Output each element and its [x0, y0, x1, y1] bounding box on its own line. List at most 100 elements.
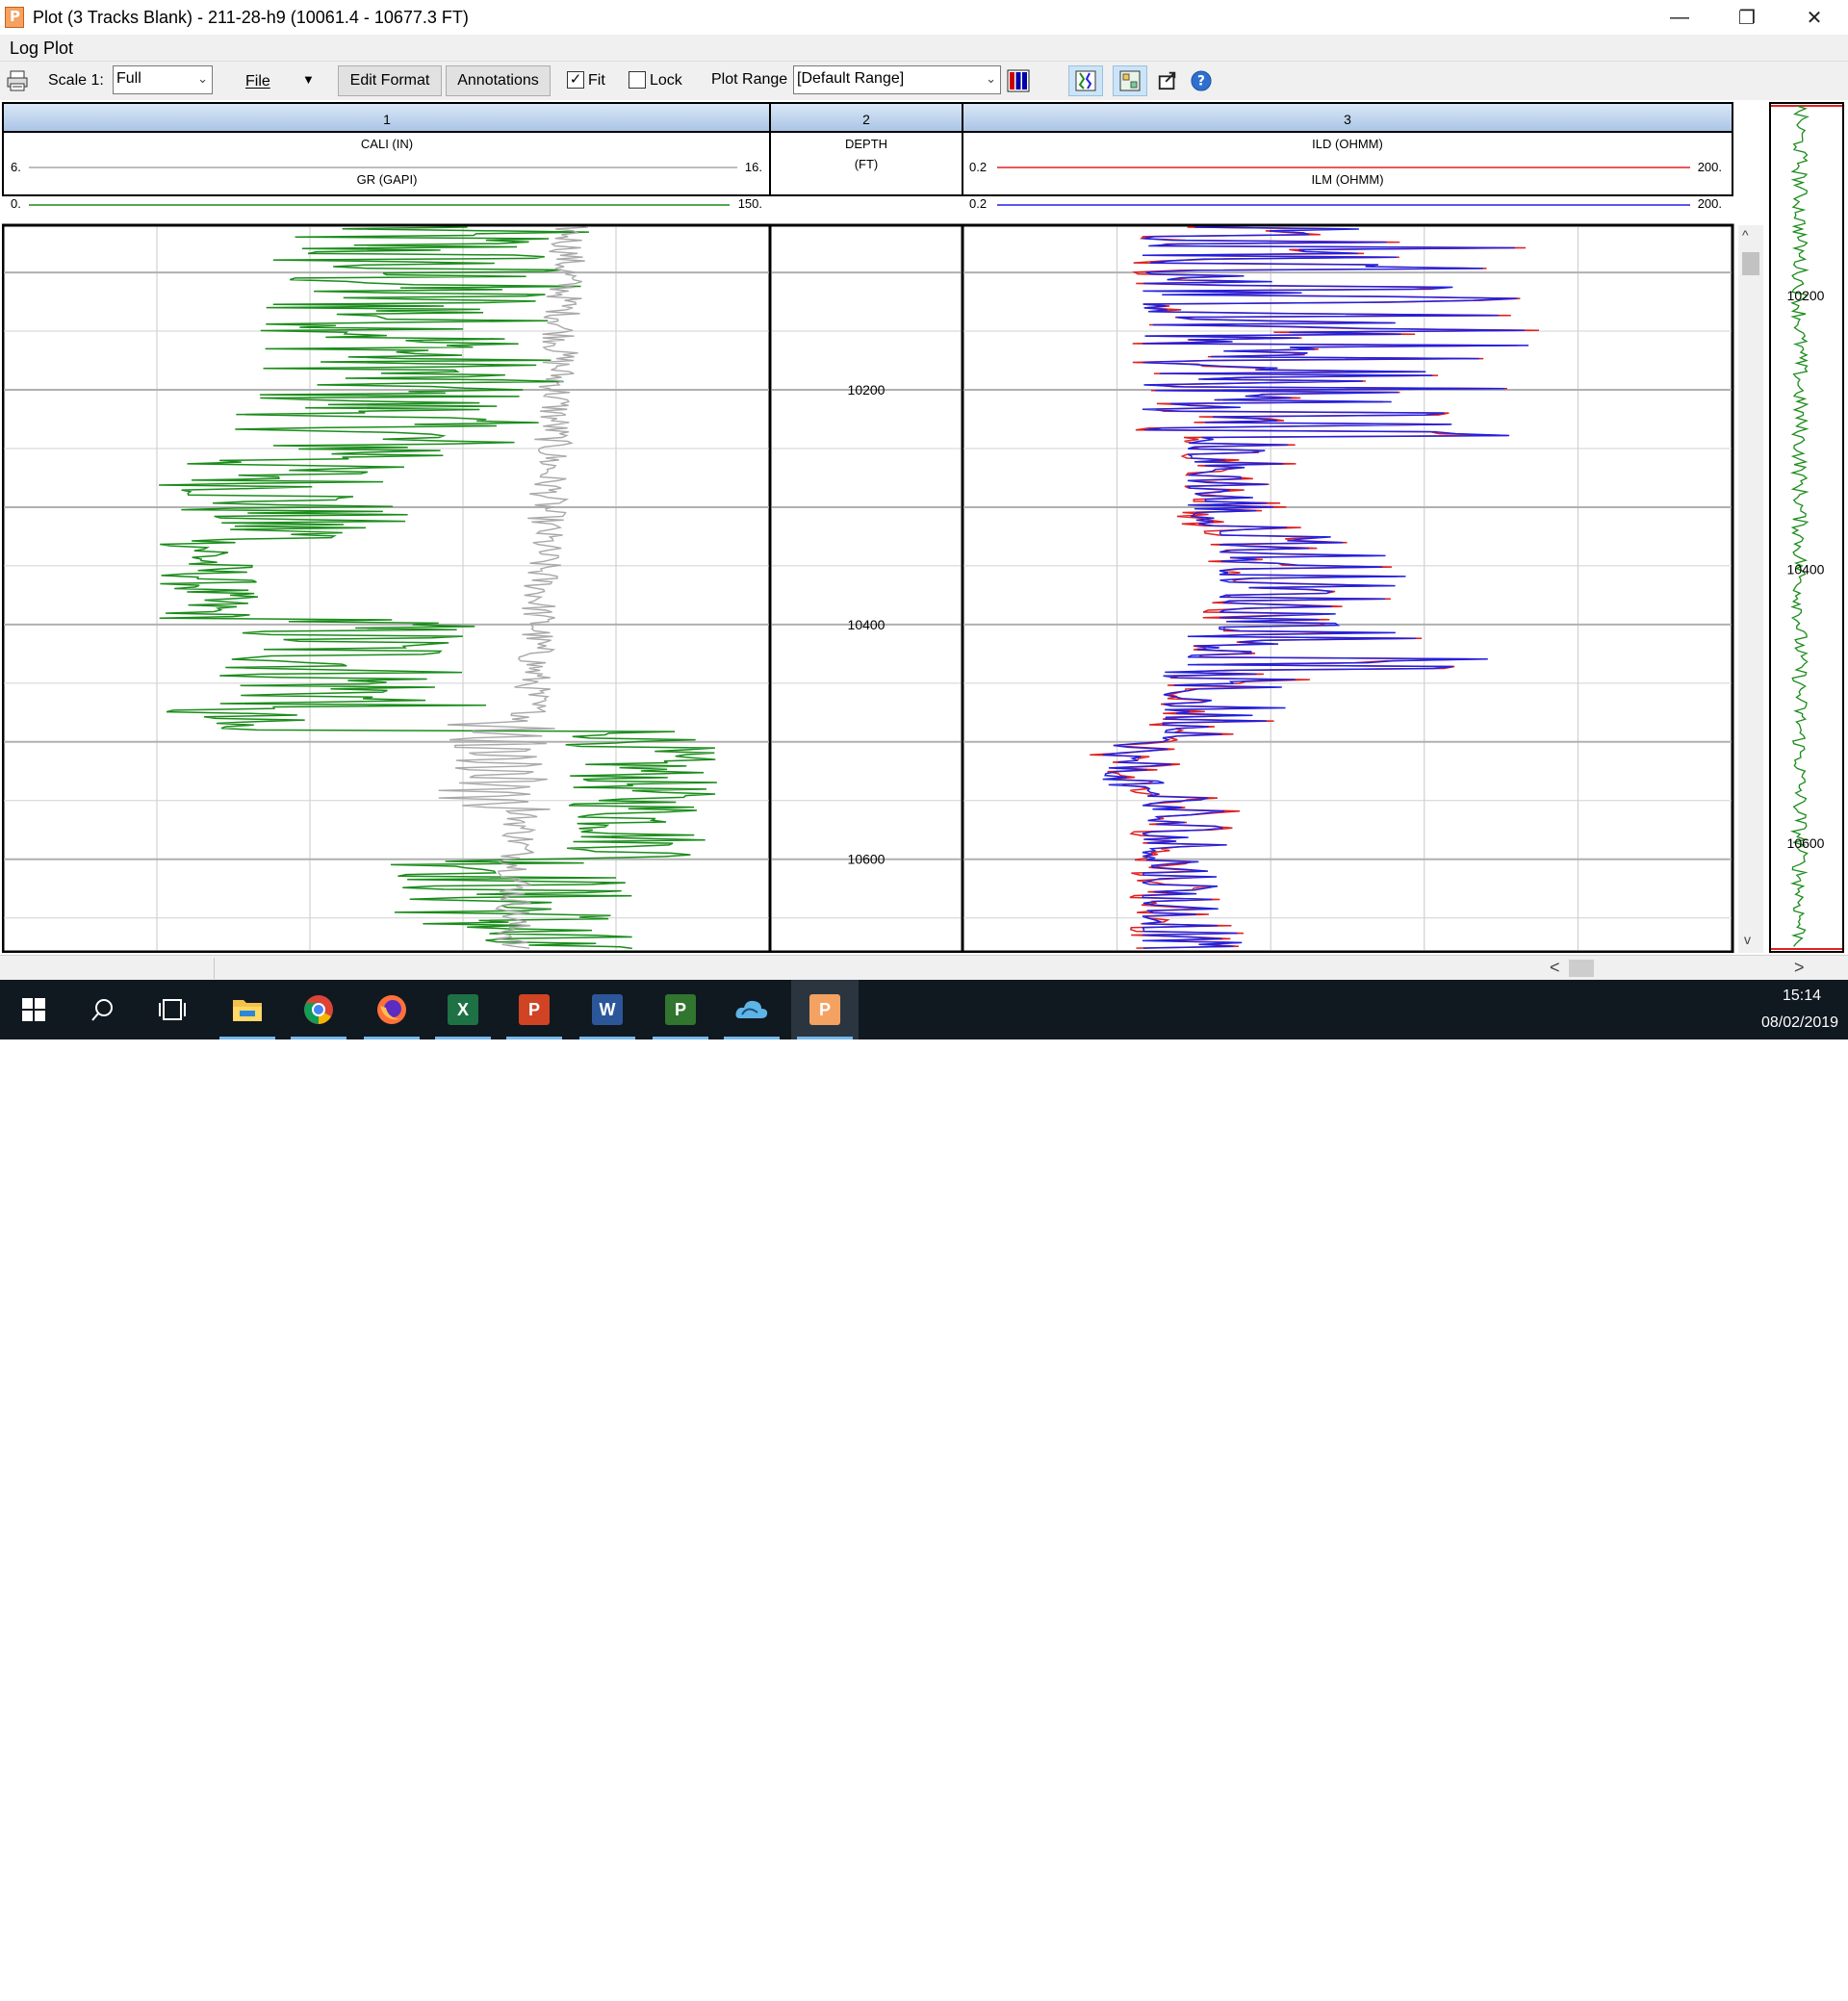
horizontal-scroll-thumb[interactable] [1569, 960, 1594, 977]
help-icon[interactable]: ? [1191, 70, 1212, 91]
ilm-curve-name: ILM (OHMM) [1311, 172, 1383, 187]
taskbar: X P W P P ⌃ [0, 980, 1848, 2000]
depth-label-value: 10200 [848, 382, 886, 398]
wifi-icon[interactable] [1665, 1979, 1686, 2000]
scale-select-value: Full [116, 70, 141, 87]
scale-select[interactable]: Full ⌄ [113, 65, 213, 94]
search-button[interactable] [69, 980, 137, 1039]
ilm-min: 0.2 [969, 196, 987, 211]
depth-track-body[interactable] [768, 223, 964, 953]
show-hidden-icons[interactable]: ⌃ [1598, 1981, 1612, 2001]
gr-max: 150. [738, 196, 762, 211]
zoom-fit-icon [1075, 70, 1096, 91]
file-menu[interactable]: File [245, 72, 270, 91]
battery-icon[interactable] [1629, 1984, 1654, 1997]
print-icon[interactable] [6, 69, 29, 92]
cali-min: 6. [11, 160, 21, 174]
scroll-down-arrow[interactable]: v [1744, 932, 1751, 947]
overview-strip[interactable]: 10200 10400 10600 [1769, 102, 1844, 953]
edit-format-button[interactable]: Edit Format [338, 65, 442, 96]
fit-checkbox[interactable]: ✓ [567, 71, 584, 89]
clock-time[interactable]: 15:14 [1763, 988, 1840, 1005]
folder-icon [233, 1000, 262, 1021]
taskbar-cloud-app[interactable] [718, 980, 785, 1039]
search-icon [91, 999, 113, 1021]
volume-icon[interactable] [1700, 1980, 1723, 2001]
powerpoint-icon: P [519, 994, 550, 1025]
project-icon: P [665, 994, 696, 1025]
scale-label: Scale 1: [48, 72, 104, 89]
taskbar-excel[interactable]: X [429, 980, 497, 1039]
cloud-app-icon [735, 1000, 768, 1018]
clock-date[interactable]: 08/02/2019 [1752, 1014, 1848, 1032]
track-3-number: 3 [1344, 112, 1351, 127]
word-icon: W [592, 994, 623, 1025]
close-button[interactable]: ✕ [1781, 0, 1848, 35]
start-button[interactable] [0, 980, 67, 1039]
taskbar-chrome[interactable] [285, 980, 352, 1039]
chrome-icon [304, 995, 333, 1024]
taskbar-word[interactable]: W [574, 980, 641, 1039]
overview-gr-curve [1789, 105, 1810, 947]
svg-text:?: ? [1197, 74, 1205, 90]
layout-toggle[interactable] [1113, 65, 1147, 96]
ild-curve-name: ILD (OHMM) [1312, 137, 1383, 151]
lock-checkbox[interactable] [629, 71, 646, 89]
lock-label: Lock [650, 72, 682, 89]
track-2-number: 2 [862, 112, 870, 127]
depth-label-value: 10600 [848, 852, 886, 867]
taskbar-powerpoint[interactable]: P [500, 980, 568, 1039]
horizontal-scrollbar[interactable]: < > [0, 955, 1848, 980]
minimize-button[interactable]: — [1646, 0, 1713, 35]
overview-depth-label: 10400 [1787, 562, 1825, 577]
track-1-number: 1 [383, 112, 391, 127]
taskbar-firefox[interactable] [358, 980, 425, 1039]
plot-range-select[interactable]: [Default Range] ⌄ [793, 65, 1001, 94]
overview-depth-label: 10600 [1787, 835, 1825, 851]
gr-min: 0. [11, 196, 21, 211]
fit-label: Fit [588, 72, 605, 89]
ild-min: 0.2 [969, 160, 987, 174]
depth-unit: (FT) [855, 157, 879, 171]
taskbar-file-explorer[interactable] [214, 980, 281, 1039]
cali-curve-name: CALI (IN) [361, 137, 413, 151]
ild-max: 200. [1698, 160, 1722, 174]
zoom-fit-toggle[interactable] [1068, 65, 1103, 96]
layout-icon [1119, 70, 1141, 91]
depth-label: DEPTH [845, 137, 887, 151]
export-icon[interactable] [1157, 69, 1178, 90]
gr-curve-name: GR (GAPI) [357, 172, 418, 187]
file-dropdown-icon[interactable]: ▼ [302, 70, 315, 90]
task-view-button[interactable] [139, 980, 206, 1039]
toolbar: Scale 1: Full ⌄ File ▼ Edit Format Annot… [0, 62, 1848, 100]
log-plot[interactable]: 1 2 3 CALI (IN) 6. 16. GR (GAPI) 0. 150.… [2, 102, 1734, 953]
ilm-max: 200. [1698, 196, 1722, 211]
scroll-left-arrow[interactable]: < [1550, 958, 1560, 978]
scroll-up-arrow[interactable]: ^ [1742, 227, 1749, 243]
windows-icon [22, 998, 45, 1021]
taskbar-petrel-app[interactable]: P [791, 980, 859, 1039]
scroll-right-arrow[interactable]: > [1794, 958, 1805, 978]
scrollbar-divider [214, 958, 215, 979]
vertical-scroll-thumb[interactable] [1742, 252, 1759, 275]
plot-range-label: Plot Range [711, 71, 788, 88]
panel-caption: Log Plot [0, 35, 1848, 62]
task-view-icon [159, 999, 186, 1020]
title-bar: P Plot (3 Tracks Blank) - 211-28-h9 (100… [0, 0, 1848, 35]
overview-curve [1771, 105, 1842, 950]
overview-labels: 10200 10400 10600 [1787, 288, 1825, 851]
chevron-down-icon: ⌄ [197, 71, 208, 86]
maximize-button[interactable]: ❐ [1713, 0, 1781, 35]
taskbar-project[interactable]: P [647, 980, 714, 1039]
cali-max: 16. [745, 160, 762, 174]
overview-depth-label: 10200 [1787, 288, 1825, 303]
petrel-app-icon: P [809, 994, 840, 1025]
excel-icon: X [448, 994, 478, 1025]
app-icon: P [4, 6, 25, 29]
annotations-button[interactable]: Annotations [446, 65, 551, 96]
vertical-scrollbar[interactable]: ^ v [1738, 225, 1763, 953]
track-settings-icon[interactable] [1007, 69, 1030, 92]
firefox-icon [377, 995, 406, 1024]
window-title: Plot (3 Tracks Blank) - 211-28-h9 (10061… [33, 7, 469, 27]
chevron-down-icon: ⌄ [986, 71, 996, 86]
